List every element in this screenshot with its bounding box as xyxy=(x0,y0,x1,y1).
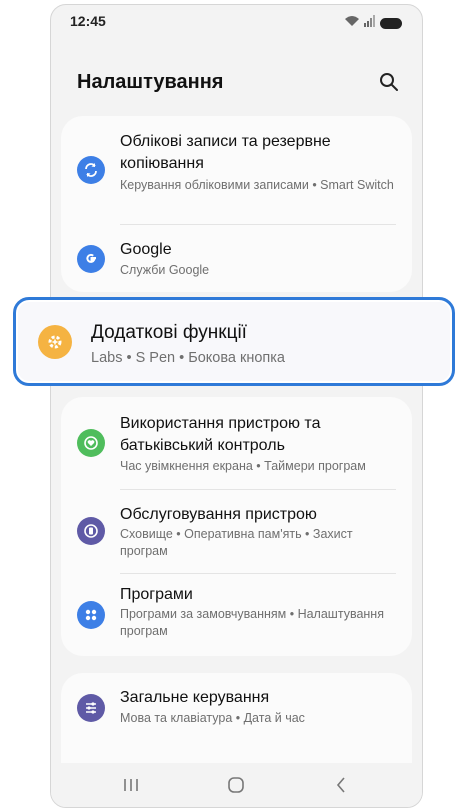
google-icon xyxy=(77,245,105,273)
item-subtitle: Сховище • Оперативна пам'ять • Захист пр… xyxy=(120,527,353,558)
phone-screen: 12:45 Налаштування Облікові записи та ре… xyxy=(50,4,423,808)
item-title: Облікові записи та резервне копіювання xyxy=(120,133,331,172)
item-subtitle: Керування обліковими записами • Smart Sw… xyxy=(120,178,394,192)
item-title: Програми xyxy=(120,586,193,603)
settings-item-advanced-features[interactable]: Додаткові функції Labs • S Pen • Бокова … xyxy=(13,297,455,386)
wifi-icon xyxy=(344,14,360,32)
item-subtitle: Labs • S Pen • Бокова кнопка xyxy=(91,350,285,366)
settings-item-digital-wellbeing[interactable]: Використання пристрою та батьківський ко… xyxy=(61,397,412,489)
item-title: Загальне керування xyxy=(120,689,270,706)
item-subtitle: Мова та клавіатура • Дата й час xyxy=(120,711,305,725)
settings-item-general-management[interactable]: Загальне керування Мова та клавіатура • … xyxy=(61,673,412,743)
item-subtitle: Програми за замовчуванням • Налаштування… xyxy=(120,607,384,638)
navigation-bar xyxy=(51,763,422,807)
status-icons xyxy=(344,14,402,32)
gear-plus-icon xyxy=(38,325,72,359)
search-button[interactable] xyxy=(376,69,402,95)
signal-icon xyxy=(364,14,376,32)
status-time: 12:45 xyxy=(70,13,106,29)
heart-shield-icon xyxy=(77,429,105,457)
home-button[interactable] xyxy=(222,773,250,797)
item-subtitle: Час увімкнення екрана • Таймери програм xyxy=(120,459,366,473)
search-icon xyxy=(380,73,398,91)
item-title: Використання пристрою та батьківський ко… xyxy=(120,415,321,454)
item-title: Обслуговування пристрою xyxy=(120,506,317,523)
settings-item-apps[interactable]: Програми Програми за замовчуванням • Нал… xyxy=(61,574,412,656)
settings-item-google[interactable]: Google Служби Google xyxy=(61,225,412,292)
home-icon xyxy=(228,777,244,793)
page-title: Налаштування xyxy=(77,71,224,93)
sliders-icon xyxy=(77,694,105,722)
battery-icon xyxy=(380,17,402,29)
settings-card-accounts: Облікові записи та резервне копіювання К… xyxy=(61,116,412,292)
apps-grid-icon xyxy=(77,601,105,629)
settings-card-device: Використання пристрою та батьківський ко… xyxy=(61,397,412,656)
back-icon xyxy=(336,777,345,793)
back-button[interactable] xyxy=(327,773,355,797)
settings-item-device-care[interactable]: Обслуговування пристрою Сховище • Операт… xyxy=(61,490,412,573)
item-title: Додаткові функції xyxy=(91,322,247,343)
item-subtitle: Служби Google xyxy=(120,263,210,277)
device-care-icon xyxy=(77,517,105,545)
settings-item-accounts-backup[interactable]: Облікові записи та резервне копіювання К… xyxy=(61,116,412,224)
status-bar: 12:45 xyxy=(51,5,422,37)
recent-apps-button[interactable] xyxy=(117,773,145,797)
sync-icon xyxy=(77,156,105,184)
item-title: Google xyxy=(120,241,172,258)
recent-apps-icon xyxy=(124,779,138,791)
